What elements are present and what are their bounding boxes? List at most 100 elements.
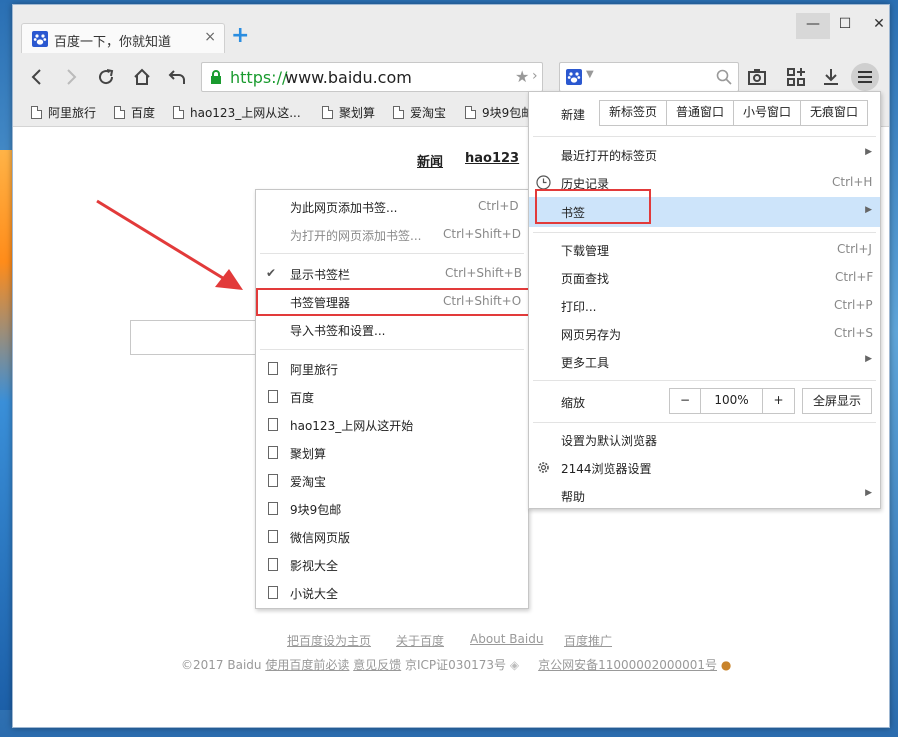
forward-arrow-icon: [67, 69, 77, 85]
reload-icon: [99, 69, 114, 85]
page-icon: [268, 530, 278, 543]
desktop-background-strip: [0, 150, 12, 710]
tab-close-icon[interactable]: ×: [204, 29, 216, 45]
main-menu: 新建 新标签页 普通窗口 小号窗口 无痕窗口 最近打开的标签页 ▶ 历史记录 C…: [528, 91, 881, 509]
zoom-row: 缩放 − 100% + 全屏显示: [529, 384, 880, 418]
home-icon: [134, 68, 150, 85]
page-icon: [268, 418, 278, 431]
new-buttons-group: 新标签页 普通窗口 小号窗口 无痕窗口: [599, 100, 869, 126]
extensions-button[interactable]: [782, 63, 810, 91]
bookmark-item[interactable]: 微信网页版: [256, 523, 528, 551]
forward-button[interactable]: [57, 63, 85, 91]
maximize-button[interactable]: ☐: [828, 13, 862, 39]
find-in-page-item[interactable]: 页面查找 Ctrl+F: [529, 264, 880, 292]
page-icon: [268, 474, 278, 487]
undo-close-button[interactable]: [163, 63, 191, 91]
zoom-level: 100%: [701, 389, 763, 413]
bookmark-item[interactable]: 小说大全: [256, 579, 528, 607]
chevron-down-icon[interactable]: ▼: [586, 69, 594, 80]
add-bookmark-item[interactable]: 为此网页添加书签... Ctrl+D: [256, 193, 528, 221]
minimize-button[interactable]: —: [796, 13, 830, 39]
about-baidu-en-link[interactable]: About Baidu: [470, 632, 543, 646]
new-window-option[interactable]: 普通窗口: [667, 101, 735, 125]
zoom-in-button[interactable]: +: [763, 389, 794, 413]
help-item[interactable]: 帮助 ▶: [529, 482, 880, 510]
chevron-right-icon: ▶: [865, 147, 872, 157]
set-homepage-link[interactable]: 把百度设为主页: [287, 632, 371, 649]
bookmark-item[interactable]: 阿里旅行: [256, 355, 528, 383]
police-record-link[interactable]: 京公网安备11000002000001号: [538, 658, 717, 672]
new-window-row: 新建 新标签页 普通窗口 小号窗口 无痕窗口: [529, 92, 880, 136]
annotation-highlight-box: [256, 288, 543, 316]
new-tab-button[interactable]: +: [231, 23, 249, 49]
downloads-item[interactable]: 下载管理 Ctrl+J: [529, 236, 880, 264]
bookmark-item[interactable]: 影视大全: [256, 551, 528, 579]
small-window-option[interactable]: 小号窗口: [734, 101, 802, 125]
more-tools-item[interactable]: 更多工具 ▶: [529, 348, 880, 376]
incognito-window-option[interactable]: 无痕窗口: [801, 101, 868, 125]
icp-badge-icon: ◈: [509, 658, 520, 672]
main-menu-button[interactable]: [851, 63, 879, 91]
undo-icon: [168, 70, 185, 84]
about-baidu-link[interactable]: 关于百度: [396, 632, 444, 649]
menu-separator: [260, 349, 524, 350]
menu-separator: [533, 136, 876, 137]
print-item[interactable]: 打印... Ctrl+P: [529, 292, 880, 320]
bookmark-item[interactable]: 9块9包邮: [256, 495, 528, 523]
gear-icon: [538, 462, 549, 473]
import-bookmarks-item[interactable]: 导入书签和设置...: [256, 316, 528, 344]
show-bookmark-bar-item[interactable]: ✔ 显示书签栏 Ctrl+Shift+B: [256, 260, 528, 288]
bookmark-item[interactable]: 聚划算: [256, 439, 528, 467]
reload-button[interactable]: [92, 63, 120, 91]
chevron-right-icon[interactable]: ›: [532, 68, 538, 84]
fullscreen-button[interactable]: 全屏显示: [802, 388, 872, 414]
address-bar[interactable]: https:// www.baidu.com ★ ›: [201, 62, 543, 92]
bookmark-bar-item[interactable]: 9块9包邮: [465, 103, 533, 121]
bookmark-bar-item[interactable]: 阿里旅行: [31, 103, 96, 121]
bookmark-item[interactable]: hao123_上网从这开始: [256, 411, 528, 439]
bookmark-item[interactable]: 百度: [256, 383, 528, 411]
hao123-link[interactable]: hao123: [465, 151, 519, 166]
tab-title: 百度一下，你就知道: [54, 35, 172, 50]
new-tab-option[interactable]: 新标签页: [600, 101, 668, 125]
apps-icon: [787, 68, 805, 86]
page-icon: [393, 105, 404, 119]
police-badge-icon: ●: [720, 658, 732, 672]
home-button[interactable]: [128, 63, 156, 91]
bookmark-submenu: 为此网页添加书签... Ctrl+D 为打开的网页添加书签... Ctrl+Sh…: [255, 189, 529, 609]
bookmark-bar-item[interactable]: hao123_上网从这...: [173, 103, 301, 121]
news-link[interactable]: 新闻: [417, 151, 443, 170]
star-icon[interactable]: ★: [515, 67, 529, 86]
hamburger-icon: [858, 71, 872, 83]
bookmark-bar-item[interactable]: 百度: [114, 103, 155, 121]
download-button[interactable]: [817, 63, 845, 91]
save-as-item[interactable]: 网页另存为 Ctrl+S: [529, 320, 880, 348]
back-arrow-icon: [31, 69, 41, 85]
back-button[interactable]: [23, 63, 51, 91]
zoom-out-button[interactable]: −: [670, 389, 701, 413]
annotation-arrow-icon: [96, 199, 243, 290]
set-default-browser-item[interactable]: 设置为默认浏览器: [529, 426, 880, 454]
url-host: www.baidu.com: [285, 68, 412, 87]
annotation-highlight-box: [535, 189, 651, 224]
menu-separator: [533, 380, 876, 381]
screenshot-button[interactable]: [743, 63, 771, 91]
bookmark-bar-item[interactable]: 爱淘宝: [393, 103, 446, 121]
baidu-search-input[interactable]: [130, 320, 260, 355]
terms-link[interactable]: 使用百度前必读: [265, 658, 349, 672]
feedback-link[interactable]: 意见反馈: [353, 658, 401, 672]
browser-settings-item[interactable]: 2144浏览器设置: [529, 454, 880, 482]
bookmark-item[interactable]: 爱淘宝: [256, 467, 528, 495]
bookmark-bar-item[interactable]: 聚划算: [322, 103, 375, 121]
chevron-right-icon: ▶: [865, 354, 872, 364]
baidu-promotion-link[interactable]: 百度推广: [564, 632, 612, 649]
add-open-pages-item[interactable]: 为打开的网页添加书签... Ctrl+Shift+D: [256, 221, 528, 249]
page-icon: [268, 586, 278, 599]
search-engine-box[interactable]: ▼: [559, 62, 739, 92]
recent-tabs-item[interactable]: 最近打开的标签页 ▶: [529, 141, 880, 169]
close-window-button[interactable]: ✕: [862, 13, 889, 39]
chevron-right-icon: ▶: [865, 205, 872, 215]
page-icon: [268, 390, 278, 403]
tab-baidu[interactable]: 百度一下，你就知道 ×: [21, 23, 225, 53]
search-icon[interactable]: [716, 69, 732, 85]
